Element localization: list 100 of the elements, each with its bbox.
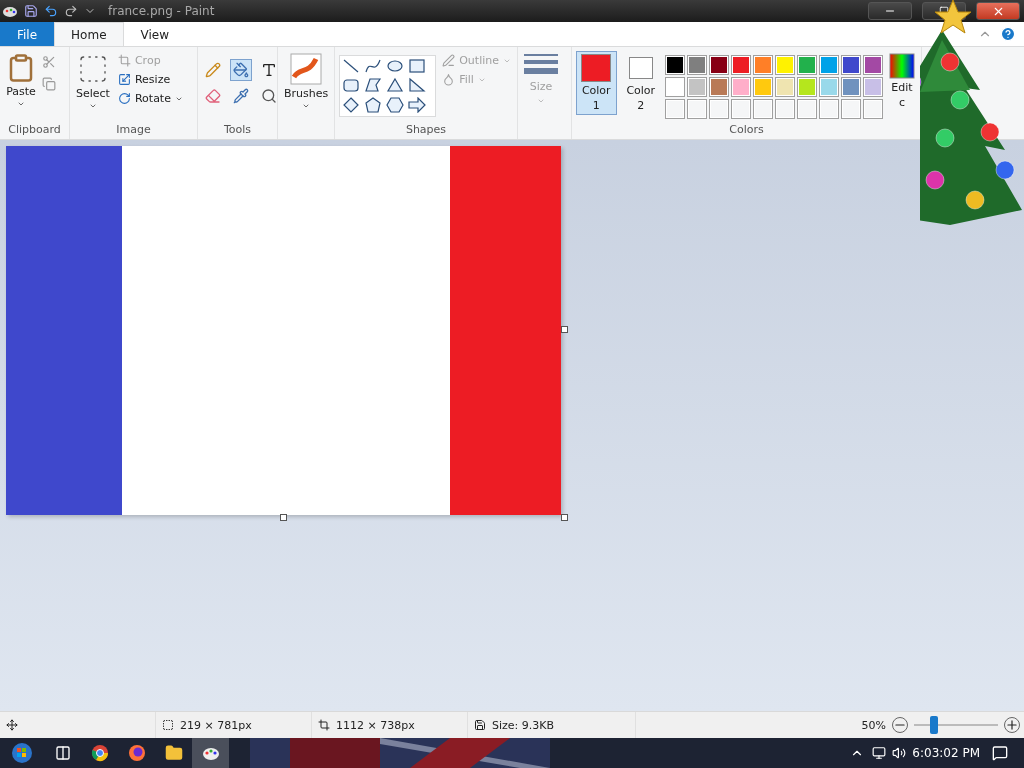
fill-tool[interactable] (230, 59, 252, 81)
empty-swatch[interactable] (687, 99, 707, 119)
color-swatch[interactable] (841, 77, 861, 97)
empty-swatch[interactable] (709, 99, 729, 119)
hexagon-shape-icon[interactable] (386, 96, 404, 113)
curve-shape-icon[interactable] (364, 58, 382, 74)
empty-swatch[interactable] (863, 99, 883, 119)
task-view-icon (54, 745, 71, 761)
edit-colors-label: Edit (891, 81, 913, 94)
color-1-button[interactable]: Color 1 (576, 51, 617, 115)
caret-icon (537, 97, 545, 105)
color-swatch[interactable] (709, 55, 729, 75)
rounded-rectangle-shape-icon[interactable] (342, 77, 360, 94)
color-number: 1 (592, 99, 600, 112)
selection-icon (162, 719, 174, 731)
magnifier-icon (261, 88, 277, 104)
volume-icon[interactable] (892, 746, 907, 760)
color-swatch[interactable] (687, 55, 707, 75)
image-size-icon (318, 719, 330, 731)
clock: 6:03:02 PM (912, 746, 980, 760)
paint-bucket-icon (233, 62, 249, 78)
undo-icon[interactable] (44, 4, 58, 18)
color-spectrum-icon (889, 53, 915, 79)
triangle-shape-icon[interactable] (386, 77, 404, 94)
save-icon[interactable] (24, 4, 38, 18)
brushes-button[interactable]: Brushes (282, 51, 331, 112)
diamond-shape-icon[interactable] (342, 96, 360, 113)
taskbar-app[interactable] (192, 738, 229, 768)
caret-icon (88, 102, 97, 110)
cut-icon[interactable] (42, 55, 56, 69)
color-2-button[interactable]: Color 2 (620, 51, 661, 115)
brush-stroke-icon (290, 53, 323, 85)
empty-swatch[interactable] (797, 99, 817, 119)
oval-shape-icon[interactable] (386, 58, 404, 74)
color-swatch[interactable] (709, 77, 729, 97)
color-swatch[interactable] (731, 77, 751, 97)
help-icon[interactable] (1000, 26, 1016, 42)
zoom-slider-thumb[interactable] (930, 716, 939, 734)
notifications-icon[interactable] (992, 745, 1008, 761)
ribbon-tab[interactable]: Home (54, 22, 124, 46)
arrow-shape-icon[interactable] (408, 96, 426, 113)
network-icon[interactable] (872, 746, 887, 760)
color-swatch[interactable] (775, 55, 795, 75)
copy-icon[interactable] (42, 77, 56, 91)
select-button[interactable]: Select (74, 51, 112, 112)
color-swatch[interactable] (863, 55, 883, 75)
resize-button[interactable]: Resize (115, 72, 185, 87)
color-swatch[interactable] (797, 55, 817, 75)
group-label: Colors (728, 123, 765, 138)
resize-handle[interactable] (280, 514, 287, 521)
resize-handle[interactable] (561, 326, 568, 333)
group-label: Shapes (404, 123, 448, 138)
empty-swatch[interactable] (775, 99, 795, 119)
right-triangle-shape-icon[interactable] (408, 77, 426, 94)
file-menu-button[interactable]: File (0, 22, 55, 46)
edit-colors-label: c (898, 96, 906, 109)
empty-swatch[interactable] (753, 99, 773, 119)
resize-handle[interactable] (561, 514, 568, 521)
color-swatch[interactable] (775, 77, 795, 97)
group-label: Clipboard (7, 123, 62, 138)
paste-button[interactable]: Paste (4, 51, 38, 110)
empty-swatch[interactable] (665, 99, 685, 119)
folder-icon (164, 744, 183, 762)
image-size: 1112 × 738px (336, 718, 415, 732)
line-widths-icon (524, 52, 558, 76)
edit-colors-button[interactable]: Edit c (887, 51, 917, 111)
color-label: Color (626, 84, 656, 97)
rectangle-shape-icon[interactable] (408, 58, 426, 74)
rotate-button[interactable]: Rotate (115, 91, 185, 106)
empty-swatch[interactable] (819, 99, 839, 119)
color-swatch[interactable] (819, 55, 839, 75)
rotate-icon (117, 92, 131, 105)
color-swatch[interactable] (753, 77, 773, 97)
color-label: Color (581, 84, 611, 97)
pentagon-shape-icon[interactable] (364, 96, 382, 113)
color-swatch[interactable] (819, 77, 839, 97)
color-swatch[interactable] (753, 55, 773, 75)
group-label: Image (115, 123, 152, 138)
minimize-button[interactable] (868, 2, 912, 20)
group-label: Tools (222, 123, 253, 138)
color-swatch[interactable] (665, 55, 685, 75)
selection-size: 219 × 781px (180, 718, 252, 732)
color-swatch[interactable] (665, 77, 685, 97)
empty-swatch[interactable] (841, 99, 861, 119)
windows-logo-icon (11, 742, 33, 764)
line-shape-icon[interactable] (342, 58, 360, 74)
redo-icon[interactable] (64, 4, 78, 18)
droplet-icon (442, 73, 456, 86)
zoom-in-button[interactable] (1004, 717, 1020, 733)
close-button[interactable] (976, 2, 1020, 20)
color-swatch[interactable] (841, 55, 861, 75)
empty-swatch[interactable] (731, 99, 751, 119)
color-swatch[interactable] (797, 77, 817, 97)
text-icon (261, 62, 277, 78)
polygon-shape-icon[interactable] (364, 77, 382, 94)
pen-icon (442, 54, 456, 67)
eyedropper-icon (233, 88, 249, 104)
color-swatch[interactable] (863, 77, 883, 97)
color-swatch[interactable] (731, 55, 751, 75)
color-swatch[interactable] (687, 77, 707, 97)
